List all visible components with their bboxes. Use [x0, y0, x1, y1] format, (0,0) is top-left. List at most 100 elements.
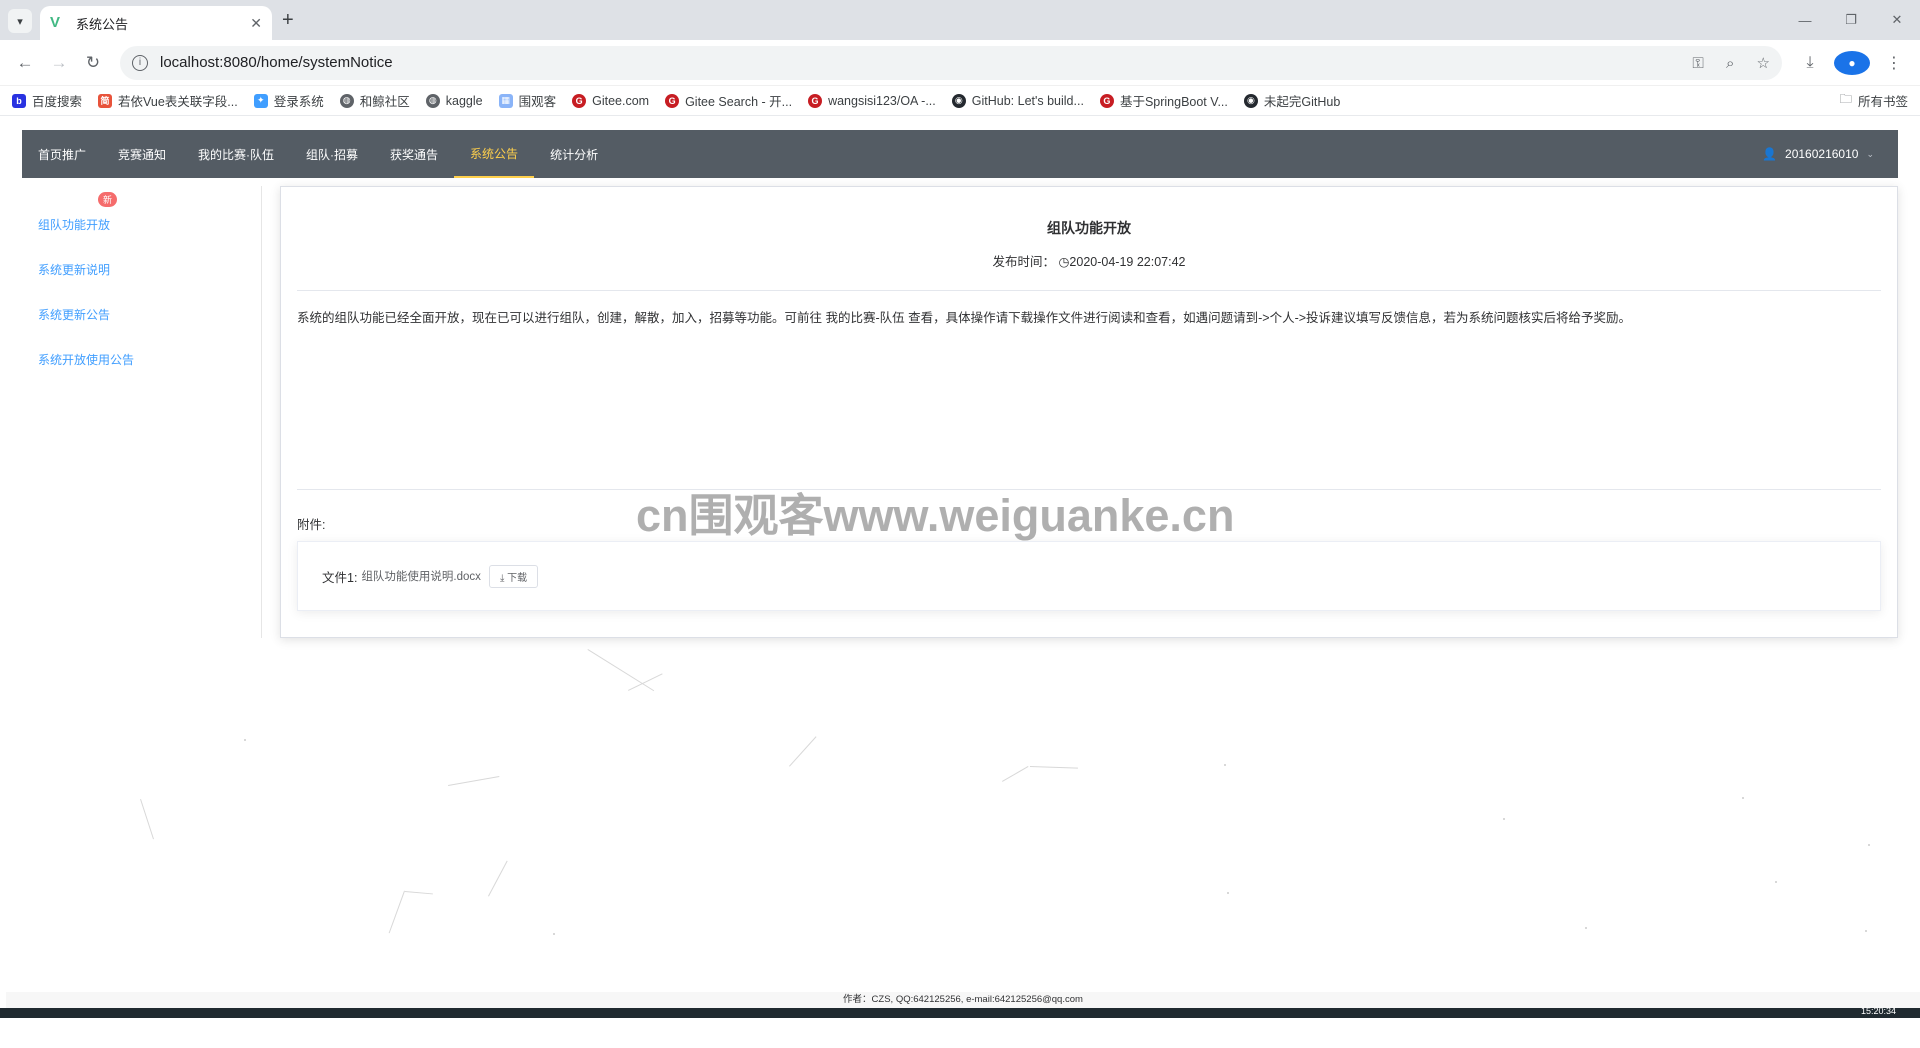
bookmark-label: 围观客 — [518, 95, 557, 109]
taskbar: 15:20:34 — [0, 1006, 1920, 1018]
bookmarks-bar: b 百度搜索 简若依Vue表关联字段... ✦ 登录系统 ◍ 和鲸社区 ◍ kaggle… — [0, 86, 1920, 116]
gitee-icon: G — [808, 93, 823, 108]
chevron-down-icon: ⌄ — [1866, 148, 1874, 159]
url-text: localhost:8080/home/systemNotice — [160, 54, 393, 71]
bg-dot — [1503, 818, 1505, 820]
bookmark-star-icon[interactable]: ☆ — [1757, 55, 1770, 72]
bg-line — [404, 891, 433, 895]
sidebar-item-open-notice[interactable]: 系统开放使用公告 — [38, 351, 134, 368]
window-close-icon[interactable]: ✕ — [1874, 0, 1920, 40]
bookmark-item[interactable]: b 百度搜索 — [12, 91, 82, 110]
gitee-icon: G — [665, 93, 680, 108]
notice-body: 系统的组队功能已经全面开放，现在已可以进行组队，创建，解散，加入，招募等功能。可… — [297, 311, 1632, 325]
bookmark-item[interactable]: ◉ 未起完GitHub — [1243, 91, 1340, 110]
bookmark-label: Gitee.com — [592, 93, 650, 108]
download-icon[interactable]: ⤓ — [1792, 54, 1828, 72]
back-icon[interactable]: ← — [8, 46, 42, 80]
all-bookmarks[interactable]: 🗀 所有书签 — [1839, 90, 1908, 111]
globe-icon: ◍ — [339, 93, 354, 108]
taskbar-clock: 15:20:34 — [1860, 1006, 1896, 1016]
bookmark-site-icon: ✦ — [253, 93, 268, 108]
divider — [297, 290, 1881, 291]
nav-item-competition-notice[interactable]: 竞赛通知 — [102, 130, 182, 178]
bookmark-label: 和鲸社区 — [359, 95, 410, 109]
profile-avatar-icon[interactable]: ● — [1834, 50, 1870, 75]
bookmark-item[interactable]: ◍ 和鲸社区 — [339, 91, 410, 110]
notice-title: 组队功能开放 — [1047, 220, 1131, 236]
bookmark-item[interactable]: Gwangsisi123/OA -... — [808, 93, 936, 108]
user-icon: 👤 — [1762, 147, 1778, 161]
nav-item-my-competition[interactable]: 我的比赛·队伍 — [182, 130, 290, 178]
bookmark-item[interactable]: 简若依Vue表关联字段... — [98, 91, 238, 110]
restore-icon[interactable]: ❐ — [1828, 0, 1874, 40]
bookmark-item[interactable]: G Gitee.com — [572, 93, 650, 108]
bookmark-item[interactable]: ▦ 围观客 — [498, 91, 557, 110]
globe-icon: ◍ — [425, 93, 440, 108]
zoom-icon[interactable]: ⌕ — [1726, 55, 1734, 72]
bookmark-label: Gitee Search - 开... — [685, 95, 793, 109]
reload-icon[interactable]: ↻ — [76, 46, 110, 80]
notice-sidebar: 新 组队功能开放 系统更新说明 系统更新公告 系统开放使用公告 — [22, 186, 262, 638]
user-dropdown[interactable]: 👤 20160216010 ⌄ — [1762, 130, 1898, 178]
page-footer: 作者：CZS, QQ:642125256, e-mail:642125256@q… — [6, 992, 1920, 1008]
file-label: 文件1: — [322, 570, 358, 585]
notice-card: 组队功能开放 发布时间： ◷2020-04-19 22:07:42 系统的组队功… — [280, 186, 1898, 638]
bookmark-label: 基于SpringBoot V... — [1119, 95, 1228, 109]
tab-search-button[interactable]: ▾ — [8, 9, 32, 33]
url-input[interactable]: i localhost:8080/home/systemNotice ⚿ ⌕ ☆ — [120, 45, 1782, 80]
bg-dot — [1775, 881, 1777, 883]
bookmark-site-icon: 简 — [98, 93, 113, 108]
new-tab-button[interactable]: + — [282, 9, 294, 31]
sidebar-item-team-feature[interactable]: 组队功能开放 — [38, 216, 110, 233]
bg-dot — [244, 739, 246, 741]
site-info-icon[interactable]: i — [132, 54, 148, 71]
nav-item-home[interactable]: 首页推广 — [22, 130, 102, 178]
bg-line — [448, 775, 500, 786]
gitee-icon: G — [1099, 93, 1114, 108]
bookmark-item[interactable]: G Gitee Search - 开... — [665, 91, 792, 110]
nav-item-awards[interactable]: 获奖通告 — [374, 130, 454, 178]
browser-tabbar: ▾ V 系统公告 ✕ + — ❐ ✕ — [0, 0, 1920, 40]
bookmark-label: wangsisi123/OA -... — [828, 93, 936, 108]
bookmark-item[interactable]: ✦ 登录系统 — [253, 91, 324, 110]
bg-line — [488, 860, 508, 897]
publish-time-value: 2020-04-19 22:07:42 — [1069, 255, 1186, 269]
password-key-icon[interactable]: ⚿ — [1692, 55, 1703, 72]
forward-icon[interactable]: → — [42, 46, 76, 80]
baidu-icon: b — [12, 93, 26, 108]
bg-line — [1002, 766, 1029, 782]
github-icon: ◉ — [1243, 93, 1258, 108]
nav-item-statistics[interactable]: 统计分析 — [534, 130, 614, 178]
bookmark-label: GitHub: Let's build... — [971, 93, 1084, 108]
bookmark-item[interactable]: ◉ GitHub: Let's build... — [951, 93, 1084, 108]
address-bar-row: ← → ↻ i localhost:8080/home/systemNotice… — [0, 40, 1920, 86]
browser-tab[interactable]: V 系统公告 ✕ — [40, 6, 272, 40]
nav-item-team-recruit[interactable]: 组队·招募 — [290, 130, 374, 178]
bookmark-label: kaggle — [445, 93, 483, 108]
bg-dot — [1865, 930, 1867, 932]
attachment-label: 附件: — [297, 518, 326, 532]
more-menu-icon[interactable]: ⋮ — [1876, 53, 1912, 73]
bookmark-site-icon: ▦ — [498, 93, 513, 108]
tab-close-icon[interactable]: ✕ — [250, 15, 262, 32]
minimize-icon[interactable]: — — [1782, 0, 1828, 40]
all-bookmarks-label: 所有书签 — [1857, 95, 1908, 109]
bg-dot — [1585, 927, 1587, 929]
bg-dot — [553, 933, 555, 935]
attachment-box: 文件1: 组队功能使用说明.docx ⤓ 下载 — [297, 541, 1881, 611]
bookmark-item[interactable]: ◍ kaggle — [425, 93, 483, 108]
bg-dot — [1868, 844, 1870, 846]
sidebar-item-update-notice[interactable]: 系统更新公告 — [38, 306, 110, 323]
app-area: 首页推广 竞赛通知 我的比赛·队伍 组队·招募 获奖通告 系统公告 统计分析 👤… — [0, 116, 1920, 1018]
clock-icon: ◷ — [1058, 255, 1070, 269]
bg-line — [587, 649, 655, 692]
nav-item-system-notice[interactable]: 系统公告 — [454, 130, 535, 178]
download-button[interactable]: ⤓ 下载 — [488, 564, 539, 588]
username: 20160216010 — [1785, 147, 1859, 161]
top-nav-menu: 首页推广 竞赛通知 我的比赛·队伍 组队·招募 获奖通告 系统公告 统计分析 👤… — [22, 130, 1898, 178]
bookmark-item[interactable]: G 基于SpringBoot V... — [1099, 91, 1228, 110]
sidebar-item-update-notes[interactable]: 系统更新说明 — [38, 261, 110, 278]
bookmark-label: 百度搜索 — [32, 95, 83, 109]
bg-line — [628, 673, 663, 691]
bookmark-label: 登录系统 — [273, 95, 324, 109]
